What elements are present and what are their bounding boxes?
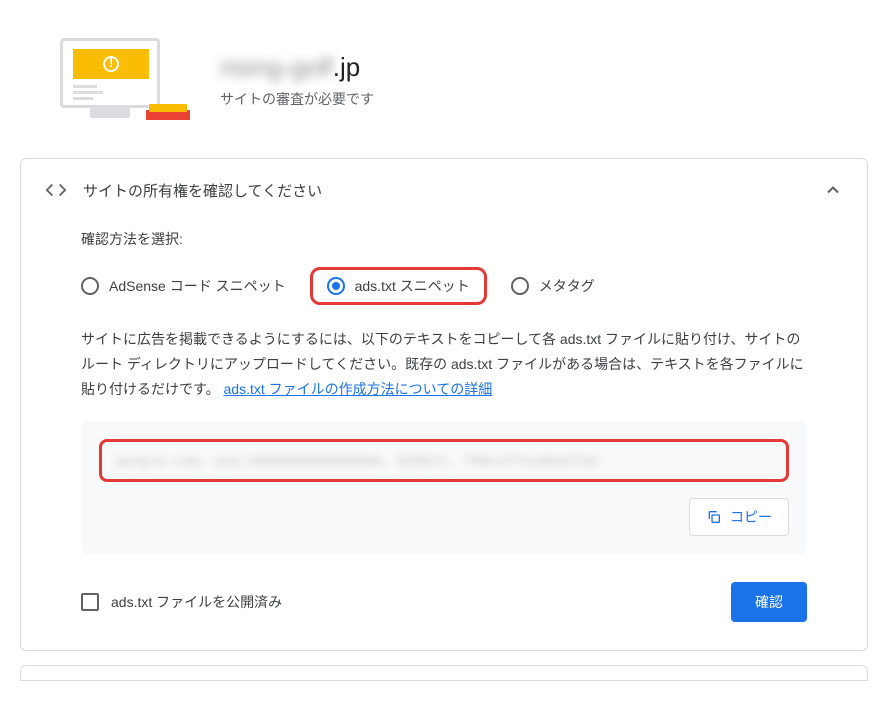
radio-icon xyxy=(81,277,99,295)
radio-label: ads.txt スニペット xyxy=(355,276,470,296)
checkbox-icon xyxy=(81,593,99,611)
published-checkbox[interactable]: ads.txt ファイルを公開済み xyxy=(81,592,282,612)
chevron-up-icon xyxy=(823,180,843,200)
radio-label: AdSense コード スニペット xyxy=(109,276,286,296)
method-radio-group: AdSense コード スニペット ads.txt スニペット メタタグ xyxy=(81,267,807,305)
site-status: サイトの審査が必要です xyxy=(220,89,848,109)
snippet-code[interactable]: google.com, pub-0000000000000000, DIRECT… xyxy=(99,439,789,482)
copy-label: コピー xyxy=(730,507,772,527)
instruction-text: サイトに広告を掲載できるようにするには、以下のテキストをコピーして各 ads.t… xyxy=(81,327,807,403)
copy-icon xyxy=(706,509,722,525)
ownership-card: サイトの所有権を確認してください 確認方法を選択: AdSense コード スニ… xyxy=(20,158,868,651)
accordion-header[interactable]: サイトの所有権を確認してください xyxy=(21,159,867,221)
copy-button[interactable]: コピー xyxy=(689,498,789,536)
warning-illustration xyxy=(50,30,190,130)
snippet-panel: google.com, pub-0000000000000000, DIRECT… xyxy=(81,421,807,554)
accordion-title: サイトの所有権を確認してください xyxy=(83,180,823,201)
site-header: rising-golf.jp サイトの審査が必要です xyxy=(20,20,868,150)
radio-icon xyxy=(327,277,345,295)
next-card-peek xyxy=(20,665,868,681)
radio-label: メタタグ xyxy=(539,276,595,296)
code-icon xyxy=(45,179,67,201)
radio-icon xyxy=(511,277,529,295)
checkbox-label: ads.txt ファイルを公開済み xyxy=(111,592,282,612)
radio-adstxt[interactable]: ads.txt スニペット xyxy=(310,267,487,305)
site-domain: rising-golf.jp xyxy=(220,52,848,83)
radio-metatag[interactable]: メタタグ xyxy=(511,276,595,296)
help-link[interactable]: ads.txt ファイルの作成方法についての詳細 xyxy=(224,381,493,397)
radio-adsense[interactable]: AdSense コード スニペット xyxy=(81,276,286,296)
method-label: 確認方法を選択: xyxy=(81,229,807,249)
confirm-button[interactable]: 確認 xyxy=(731,582,807,622)
